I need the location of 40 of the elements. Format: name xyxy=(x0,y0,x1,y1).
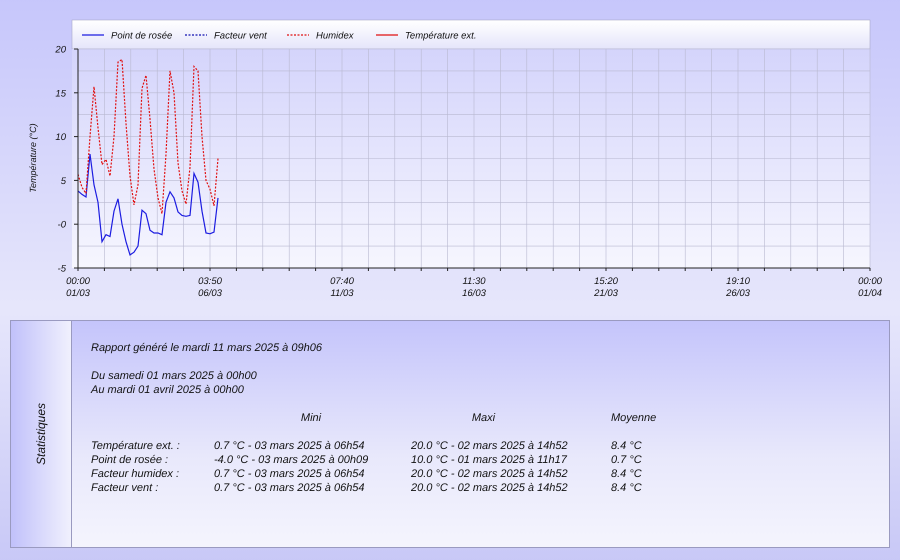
legend-label: Humidex xyxy=(316,30,354,42)
y-tick-label: -0 xyxy=(58,220,66,231)
table-cell-text: 8.4 °C xyxy=(611,439,643,453)
y-axis-title: Température (°C) xyxy=(28,123,38,193)
table-cell-text: 0.7 °C - 03 mars 2025 à 06h54 xyxy=(214,481,366,495)
x-tick-label: 00:00 01/04 xyxy=(858,276,882,299)
y-tick-label: 20 xyxy=(55,44,66,56)
report-date-text: Rapport généré le mardi 11 mars 2025 à 09h06 xyxy=(91,341,323,355)
x-tick-label: 07:40 11/03 xyxy=(330,276,354,299)
table-cell-text: 0.7 °C - 03 mars 2025 à 06h54 xyxy=(214,439,366,453)
table-cell-text: 20.0 °C - 02 mars 2025 à 14h52 xyxy=(411,467,569,481)
legend-label: Température ext. xyxy=(405,30,476,42)
table-cell-text: 10.0 °C - 01 mars 2025 à 11h17 xyxy=(411,453,568,467)
table-cell-text: 0.7 °C xyxy=(611,453,643,467)
row-label: Facteur humidex : xyxy=(91,467,180,481)
y-tick-label: -5 xyxy=(58,264,66,274)
row-label: Facteur vent : xyxy=(91,481,160,495)
row-label: Température ext. : xyxy=(91,439,181,453)
x-tick-label: 15:20 21/03 xyxy=(594,276,618,299)
row-label: Point de rosée : xyxy=(91,453,170,467)
y-tick-label: 10 xyxy=(55,132,66,144)
x-tick-label: 11:30 16/03 xyxy=(462,276,486,299)
legend-label: Facteur vent xyxy=(214,30,267,42)
x-tick-label: 19:10 26/03 xyxy=(726,276,750,299)
column-header: Mini xyxy=(300,411,322,425)
table-cell-text: 8.4 °C xyxy=(611,481,643,495)
table-cell-text: 20.0 °C - 02 mars 2025 à 14h52 xyxy=(411,439,569,453)
table-cell-text: 0.7 °C - 03 mars 2025 à 06h54 xyxy=(214,467,366,481)
table-cell-text: 20.0 °C - 02 mars 2025 à 14h52 xyxy=(411,481,569,495)
legend-label: Point de rosée xyxy=(111,30,172,42)
table-cell-text: 8.4 °C xyxy=(611,467,643,481)
y-tick-label: 15 xyxy=(55,88,66,100)
x-tick-label: 00:00 01/03 xyxy=(66,276,90,299)
x-tick-label: 03:50 06/03 xyxy=(198,276,222,299)
column-header: Maxi xyxy=(472,411,496,425)
period-text: Du samedi 01 mars 2025 à 00h00 xyxy=(91,369,258,383)
period-text: Au mardi 01 avril 2025 à 00h00 xyxy=(91,383,245,397)
column-header: Moyenne xyxy=(611,411,656,425)
y-tick-label: 5 xyxy=(60,176,66,187)
table-cell-text: -4.0 °C - 03 mars 2025 à 00h09 xyxy=(214,453,370,467)
